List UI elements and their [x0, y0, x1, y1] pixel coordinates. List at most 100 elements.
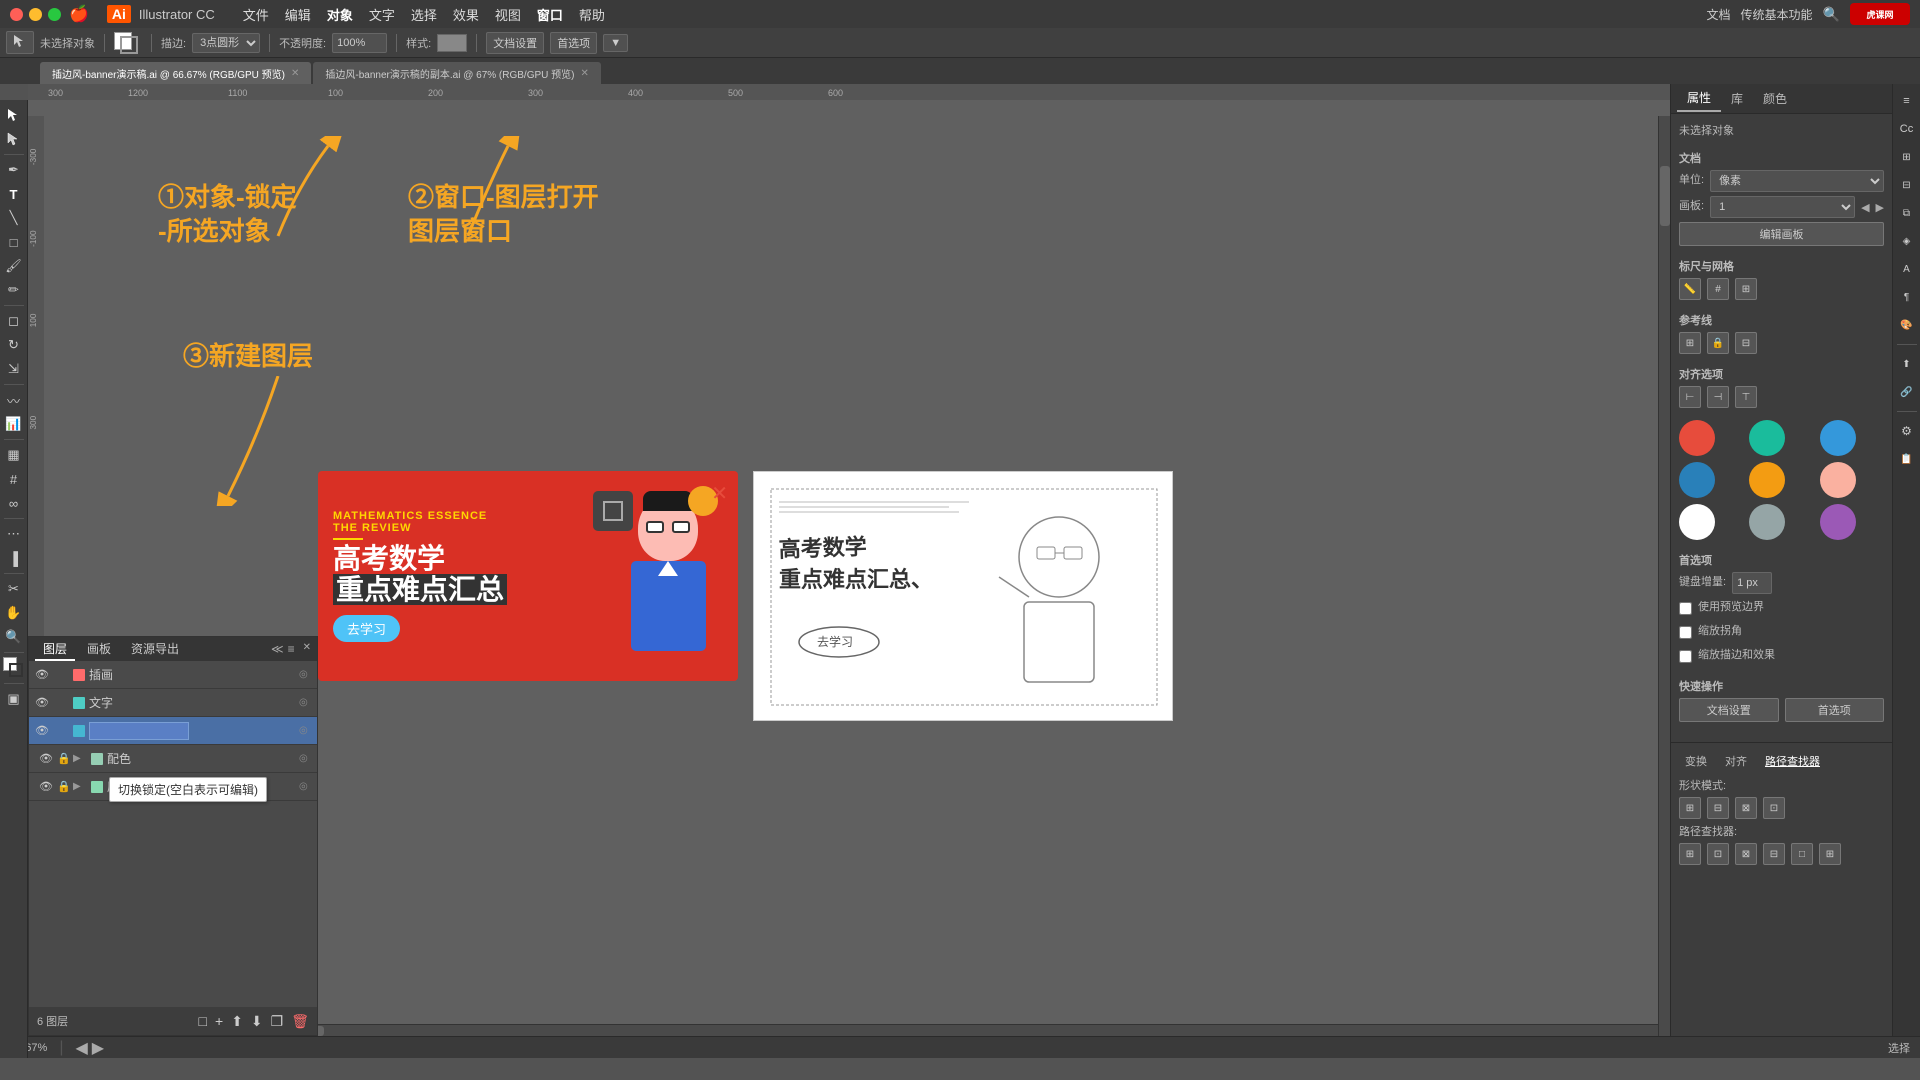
swatch-dark-blue[interactable] — [1679, 462, 1715, 498]
menu-effect[interactable]: 效果 — [453, 5, 479, 24]
layer-tab-layers[interactable]: 图层 — [35, 638, 75, 661]
direct-selection-tool[interactable] — [3, 128, 25, 150]
preferences-action-btn[interactable]: 首选项 — [1785, 698, 1885, 722]
menu-view[interactable]: 视图 — [495, 5, 521, 24]
merge-icon[interactable]: ⊠ — [1735, 843, 1757, 865]
more-options-btn[interactable]: ▼ — [603, 34, 628, 52]
scale-tool[interactable]: ⇲ — [3, 358, 25, 380]
minimize-button[interactable] — [29, 8, 42, 21]
pathfinder-icon[interactable]: ⧉ — [1896, 202, 1918, 224]
menu-object[interactable]: 对象 — [327, 5, 353, 24]
layer-tab-export[interactable]: 资源导出 — [123, 638, 187, 661]
layer-4-visibility[interactable]: 👁 — [37, 780, 55, 793]
trim-icon[interactable]: ⊡ — [1707, 843, 1729, 865]
transform-icon[interactable]: ⊞ — [1896, 146, 1918, 168]
artboard-next[interactable]: ▶ — [1876, 201, 1884, 214]
menu-select[interactable]: 选择 — [411, 5, 437, 24]
layer-row-1[interactable]: 👁 文字 ◎ — [29, 689, 317, 717]
zoom-out-btn[interactable]: ◀ — [75, 1038, 87, 1058]
preferences-btn[interactable]: 首选项 — [550, 32, 597, 54]
show-grid-icon[interactable]: # — [1707, 278, 1729, 300]
rotate-tool[interactable]: ↻ — [3, 334, 25, 356]
artboard-prev[interactable]: ◀ — [1861, 201, 1869, 214]
layer-2-name-input[interactable] — [89, 722, 189, 740]
make-layer-mask-btn[interactable]: □ — [199, 1013, 207, 1030]
crop-icon[interactable]: ⊟ — [1763, 843, 1785, 865]
mesh-tool[interactable]: # — [3, 468, 25, 490]
tab-0-close[interactable]: ✕ — [291, 68, 299, 79]
move-to-new-layer-btn[interactable]: ⬆ — [231, 1013, 243, 1030]
slice-tool[interactable]: ✂ — [3, 578, 25, 600]
panel-collapse-btn[interactable]: ≪ — [271, 642, 284, 656]
layer-2-visibility[interactable]: 👁 — [33, 724, 51, 737]
scale-strokes-checkbox[interactable] — [1679, 650, 1692, 663]
properties-icon[interactable]: ≡ — [1896, 90, 1918, 112]
zoom-tool[interactable]: 🔍 — [3, 626, 25, 648]
graph-tool[interactable]: 📊 — [3, 413, 25, 435]
menu-edit[interactable]: 编辑 — [285, 5, 311, 24]
layers-panel-icon[interactable]: 📋 — [1896, 448, 1918, 470]
layer-0-target[interactable]: ◎ — [299, 669, 313, 680]
edit-artboard-btn[interactable]: 编辑画板 — [1679, 222, 1884, 246]
stroke-select[interactable]: 3点圆形 — [192, 33, 260, 53]
column-chart-tool[interactable]: ▐ — [3, 547, 25, 569]
delete-layer-btn[interactable]: 🗑 — [291, 1013, 309, 1030]
transform-tab[interactable]: 变换 — [1679, 751, 1713, 771]
rp-tab-color[interactable]: 颜色 — [1753, 86, 1797, 111]
snap-to-grid-icon[interactable]: ⊞ — [1735, 278, 1757, 300]
selection-tool-btn[interactable] — [6, 31, 34, 54]
layer-row-2[interactable]: 👁 ◎ — [29, 717, 317, 745]
eraser-tool[interactable]: ◻ — [3, 310, 25, 332]
layer-1-target[interactable]: ◎ — [299, 697, 313, 708]
symbol-tool[interactable]: ⋯ — [3, 523, 25, 545]
paintbrush-tool[interactable]: 🖌 — [3, 255, 25, 277]
align-tab[interactable]: 对齐 — [1719, 751, 1753, 771]
unite-icon[interactable]: ⊞ — [1679, 797, 1701, 819]
zoom-in-btn[interactable]: ▶ — [92, 1038, 104, 1058]
doc-settings-action-btn[interactable]: 文档设置 — [1679, 698, 1779, 722]
shape-tool[interactable]: □ — [3, 231, 25, 253]
minus-front-icon[interactable]: ⊟ — [1707, 797, 1729, 819]
layer-2-name[interactable] — [89, 722, 299, 740]
create-new-layer-btn[interactable]: + — [215, 1013, 223, 1030]
tab-1[interactable]: 插边风-banner演示稿的副本.ai @ 67% (RGB/GPU 预览) ✕ — [313, 62, 600, 84]
scale-corners-checkbox[interactable] — [1679, 626, 1692, 639]
exclude-icon[interactable]: ⊡ — [1763, 797, 1785, 819]
align-center-icon[interactable]: ⊣ — [1707, 386, 1729, 408]
layer-row-0[interactable]: 👁 插画 ◎ — [29, 661, 317, 689]
selection-tool[interactable] — [3, 104, 25, 126]
menu-file[interactable]: 文件 — [243, 5, 269, 24]
move-selection-btn[interactable]: ⬇ — [251, 1013, 263, 1030]
layer-1-visibility[interactable]: 👁 — [33, 696, 51, 709]
snap-preview-checkbox[interactable] — [1679, 602, 1692, 615]
warp-tool[interactable]: 〰 — [3, 389, 25, 411]
layer-0-visibility[interactable]: 👁 — [33, 668, 51, 681]
swatch-gray[interactable] — [1749, 504, 1785, 540]
show-guides-icon[interactable]: ⊞ — [1679, 332, 1701, 354]
tab-0[interactable]: 插边风-banner演示稿.ai @ 66.67% (RGB/GPU 预览) ✕ — [40, 62, 311, 84]
align-icon[interactable]: ⊟ — [1896, 174, 1918, 196]
intersect-icon[interactable]: ⊠ — [1735, 797, 1757, 819]
pathfinder-tab[interactable]: 路径查找器 — [1759, 751, 1826, 771]
swatch-purple[interactable] — [1820, 504, 1856, 540]
layer-4-target[interactable]: ◎ — [299, 781, 313, 792]
workspace-selector[interactable]: 传统基本功能 — [1741, 6, 1813, 23]
fill-stroke-indicator[interactable] — [114, 32, 142, 54]
blend-tool[interactable]: ∞ — [3, 492, 25, 514]
layer-4-expand[interactable]: ▶ — [73, 781, 87, 792]
artboard-select[interactable]: 1 — [1710, 196, 1855, 218]
cc-library-icon[interactable]: Cc — [1896, 118, 1918, 140]
menu-help[interactable]: 帮助 — [579, 5, 605, 24]
type-tool[interactable]: T — [3, 183, 25, 205]
panel-menu-btn[interactable]: ≡ — [288, 642, 295, 656]
divide-icon[interactable]: ⊞ — [1679, 843, 1701, 865]
panel-close-btn[interactable]: ✕ — [303, 642, 311, 656]
menu-text[interactable]: 文字 — [369, 5, 395, 24]
maximize-button[interactable] — [48, 8, 61, 21]
appearance-icon[interactable]: ◈ — [1896, 230, 1918, 252]
close-button[interactable] — [10, 8, 23, 21]
layer-tab-artboards[interactable]: 画板 — [79, 638, 119, 661]
gradient-tool[interactable]: ▦ — [3, 444, 25, 466]
layer-4-lock[interactable]: 🔒 — [55, 780, 73, 793]
pencil-tool[interactable]: ✏ — [3, 279, 25, 301]
